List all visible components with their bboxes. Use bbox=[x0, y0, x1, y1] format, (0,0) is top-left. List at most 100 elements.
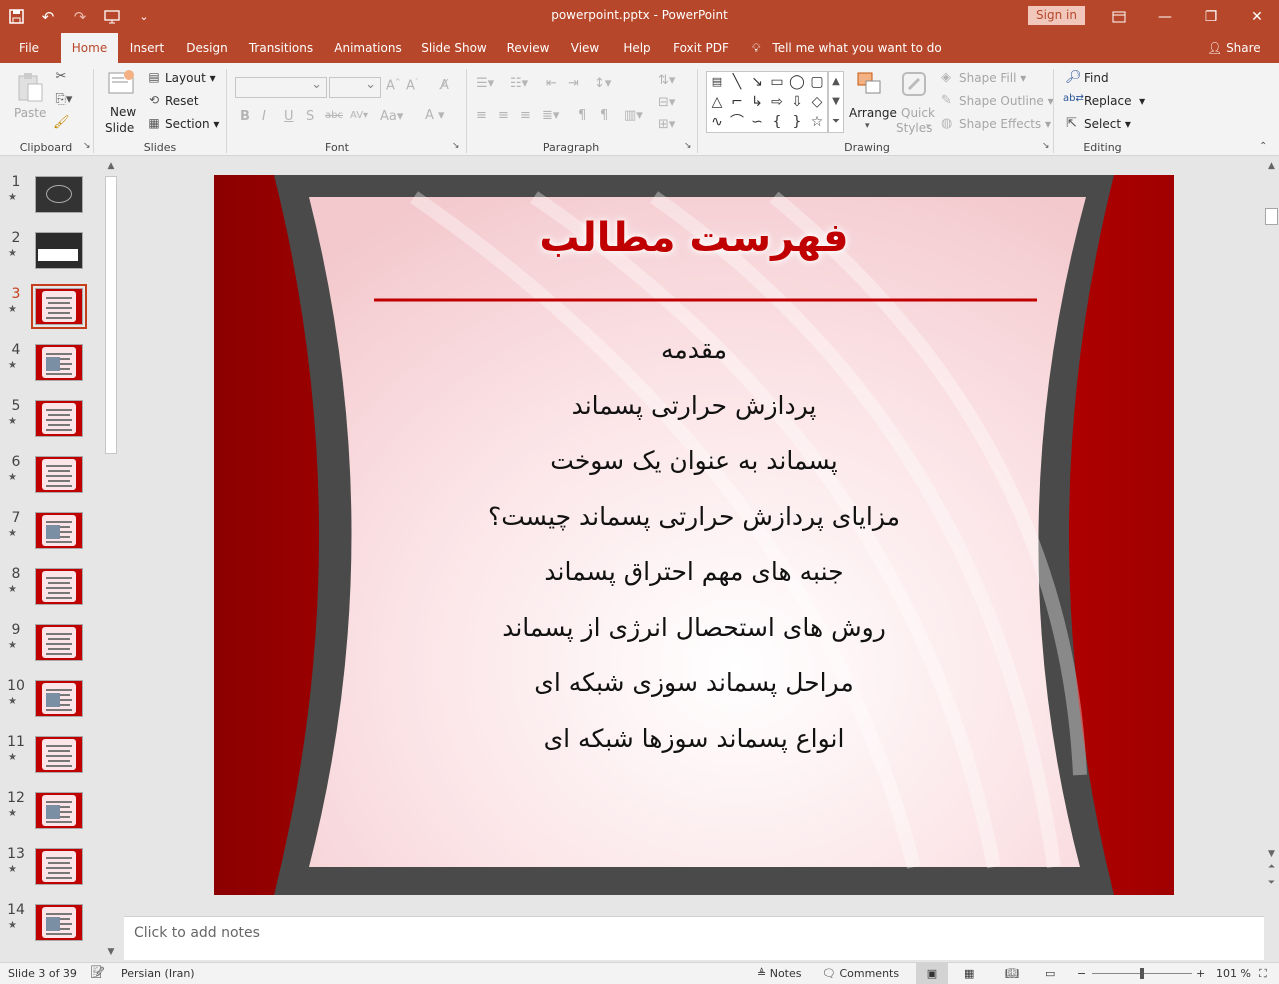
shape-outline-button[interactable]: Shape Outline ▾ bbox=[959, 94, 1054, 108]
slide-thumbnail[interactable] bbox=[35, 624, 83, 661]
rtl-icon[interactable]: ¶ bbox=[600, 108, 608, 123]
tab-animations[interactable]: Animations bbox=[330, 33, 406, 63]
down-arrow-shape-icon[interactable]: ⇩ bbox=[789, 94, 805, 110]
clipboard-launcher-icon[interactable]: ↘ bbox=[83, 141, 91, 151]
tab-home[interactable]: Home bbox=[61, 33, 118, 63]
editor-scroll-thumb[interactable] bbox=[1265, 208, 1278, 225]
comments-toggle-button[interactable]: 🗨︎ Comments bbox=[822, 967, 899, 980]
slide-thumbnail[interactable] bbox=[35, 456, 83, 493]
customize-qat-icon[interactable]: ⌄ bbox=[128, 0, 160, 33]
tab-insert[interactable]: Insert bbox=[124, 33, 170, 63]
ltr-icon[interactable]: ¶ bbox=[578, 108, 586, 123]
shape-effects-button[interactable]: Shape Effects ▾ bbox=[959, 117, 1051, 131]
shape-fill-button[interactable]: Shape Fill ▾ bbox=[959, 71, 1026, 85]
reset-icon[interactable]: ⟲ bbox=[146, 93, 162, 107]
reset-button[interactable]: Reset bbox=[165, 94, 199, 108]
arrange-label[interactable]: Arrange bbox=[849, 106, 897, 120]
arrow-shape-icon[interactable]: ↘ bbox=[749, 74, 765, 90]
decrease-font-size-icon[interactable]: Aˇ bbox=[406, 78, 418, 93]
previous-slide-icon[interactable]: ⏶ bbox=[1264, 862, 1279, 876]
numbering-icon[interactable]: ☷▾ bbox=[510, 76, 528, 91]
thumbnails-scroll-thumb[interactable] bbox=[105, 176, 117, 454]
slide-indicator[interactable]: Slide 3 of 39 bbox=[8, 967, 77, 980]
redo-icon[interactable]: ↷ bbox=[64, 0, 96, 33]
slide-thumbnail[interactable] bbox=[35, 848, 83, 885]
drawing-launcher-icon[interactable]: ↘ bbox=[1042, 141, 1050, 151]
restore-icon[interactable]: ❐ bbox=[1188, 0, 1234, 33]
align-text-icon[interactable]: ⊟▾ bbox=[658, 95, 675, 110]
line-spacing-icon[interactable]: ↕▾ bbox=[594, 76, 611, 91]
new-slide-label-line1[interactable]: New bbox=[110, 105, 136, 119]
columns-icon[interactable]: ▥▾ bbox=[624, 108, 643, 123]
slide-thumbnail[interactable] bbox=[35, 736, 83, 773]
slide-thumbnail[interactable] bbox=[35, 344, 83, 381]
close-icon[interactable]: ✕ bbox=[1234, 0, 1279, 33]
format-painter-icon[interactable]: 🖌︎ bbox=[53, 115, 70, 130]
minimize-icon[interactable]: — bbox=[1142, 0, 1188, 33]
editor-scrollbar[interactable]: ▲ ▼ ⏶ ⏷ bbox=[1264, 158, 1279, 960]
tab-design[interactable]: Design bbox=[181, 33, 233, 63]
spell-check-icon[interactable]: 📝︎ bbox=[90, 965, 105, 979]
elbow-arrow-icon[interactable]: ↳ bbox=[749, 94, 765, 110]
tab-slide-show[interactable]: Slide Show bbox=[418, 33, 490, 63]
change-case-icon[interactable]: Aa▾ bbox=[380, 109, 403, 124]
share-button[interactable]: 👤︎ Share bbox=[1207, 33, 1261, 63]
find-button[interactable]: Find bbox=[1084, 71, 1109, 85]
bullets-icon[interactable]: ☰▾ bbox=[476, 76, 494, 91]
editor-scroll-up-icon[interactable]: ▲ bbox=[1264, 158, 1279, 174]
elbow-connector-icon[interactable]: ⌐ bbox=[729, 94, 745, 110]
slide-canvas[interactable]: فهرست مطالب مقدمه پردازش حرارتی پسماند پسم… bbox=[214, 175, 1174, 895]
replace-icon[interactable]: ab⇄ bbox=[1063, 93, 1084, 104]
notes-pane[interactable]: Click to add notes bbox=[124, 916, 1264, 960]
shape-effects-icon[interactable]: ◍ bbox=[941, 116, 952, 131]
scribble-shape-icon[interactable]: ∿ bbox=[709, 114, 725, 130]
rounded-rect-shape-icon[interactable]: ▢ bbox=[809, 74, 825, 90]
decrease-indent-icon[interactable]: ⇤ bbox=[546, 76, 557, 91]
justify-icon[interactable]: ≣▾ bbox=[542, 108, 559, 123]
scroll-down-icon[interactable]: ▼ bbox=[103, 944, 119, 960]
notes-placeholder[interactable]: Click to add notes bbox=[134, 925, 260, 941]
shape-outline-icon[interactable]: ✎ bbox=[941, 93, 952, 108]
font-name-combo[interactable] bbox=[235, 77, 327, 98]
slide-thumbnail[interactable] bbox=[35, 512, 83, 549]
select-button[interactable]: Select ▾ bbox=[1084, 117, 1131, 131]
line-shape-icon[interactable]: ╲ bbox=[729, 74, 745, 90]
character-spacing-icon[interactable]: AV▾ bbox=[350, 110, 368, 121]
curve-shape-icon[interactable]: ∽ bbox=[749, 114, 765, 130]
undo-icon[interactable]: ↶ bbox=[32, 0, 64, 33]
increase-indent-icon[interactable]: ⇥ bbox=[568, 76, 579, 91]
slide-thumbnail[interactable] bbox=[35, 232, 83, 269]
underline-icon[interactable]: U bbox=[284, 109, 294, 124]
language-indicator[interactable]: Persian (Iran) bbox=[121, 967, 195, 980]
tab-review[interactable]: Review bbox=[502, 33, 554, 63]
slide-thumbnail[interactable] bbox=[35, 792, 83, 829]
textbox-shape-icon[interactable]: ▤ bbox=[709, 74, 725, 90]
arrange-dropdown-icon[interactable]: ▾ bbox=[865, 121, 870, 131]
align-right-icon[interactable]: ≡ bbox=[520, 108, 531, 123]
star-shape-icon[interactable]: ☆ bbox=[809, 114, 825, 130]
replace-button[interactable]: Replace ▾ bbox=[1084, 94, 1145, 108]
normal-view-icon[interactable]: ▣ bbox=[916, 963, 948, 984]
scroll-up-icon[interactable]: ▲ bbox=[103, 158, 119, 174]
slide-thumbnail[interactable] bbox=[35, 568, 83, 605]
align-center-icon[interactable]: ≡ bbox=[498, 108, 509, 123]
arc-shape-icon[interactable]: ⌒ bbox=[729, 114, 745, 130]
slide-thumbnail[interactable] bbox=[35, 176, 83, 213]
tab-transitions[interactable]: Transitions bbox=[244, 33, 318, 63]
font-launcher-icon[interactable]: ↘ bbox=[452, 141, 460, 151]
slide-thumbnail[interactable] bbox=[35, 680, 83, 717]
rectangle-shape-icon[interactable]: ▭ bbox=[769, 74, 785, 90]
paragraph-launcher-icon[interactable]: ↘ bbox=[684, 141, 692, 151]
tab-view[interactable]: View bbox=[566, 33, 604, 63]
section-icon[interactable]: ▦ bbox=[146, 116, 162, 130]
increase-font-size-icon[interactable]: A^ bbox=[386, 78, 401, 93]
editor-scroll-down-icon[interactable]: ▼ bbox=[1264, 846, 1279, 862]
text-shadow-icon[interactable]: S bbox=[306, 109, 314, 124]
zoom-in-icon[interactable]: + bbox=[1196, 967, 1205, 980]
right-brace-shape-icon[interactable]: } bbox=[789, 114, 805, 130]
shapes-more-icon[interactable]: ▲ ▼ ⏷ bbox=[828, 71, 844, 133]
slide-title[interactable]: فهرست مطالب bbox=[394, 215, 994, 261]
collapse-ribbon-icon[interactable]: ⌃ bbox=[1259, 141, 1267, 152]
slide-thumbnail[interactable] bbox=[35, 904, 83, 941]
quick-styles-icon[interactable] bbox=[900, 71, 930, 105]
